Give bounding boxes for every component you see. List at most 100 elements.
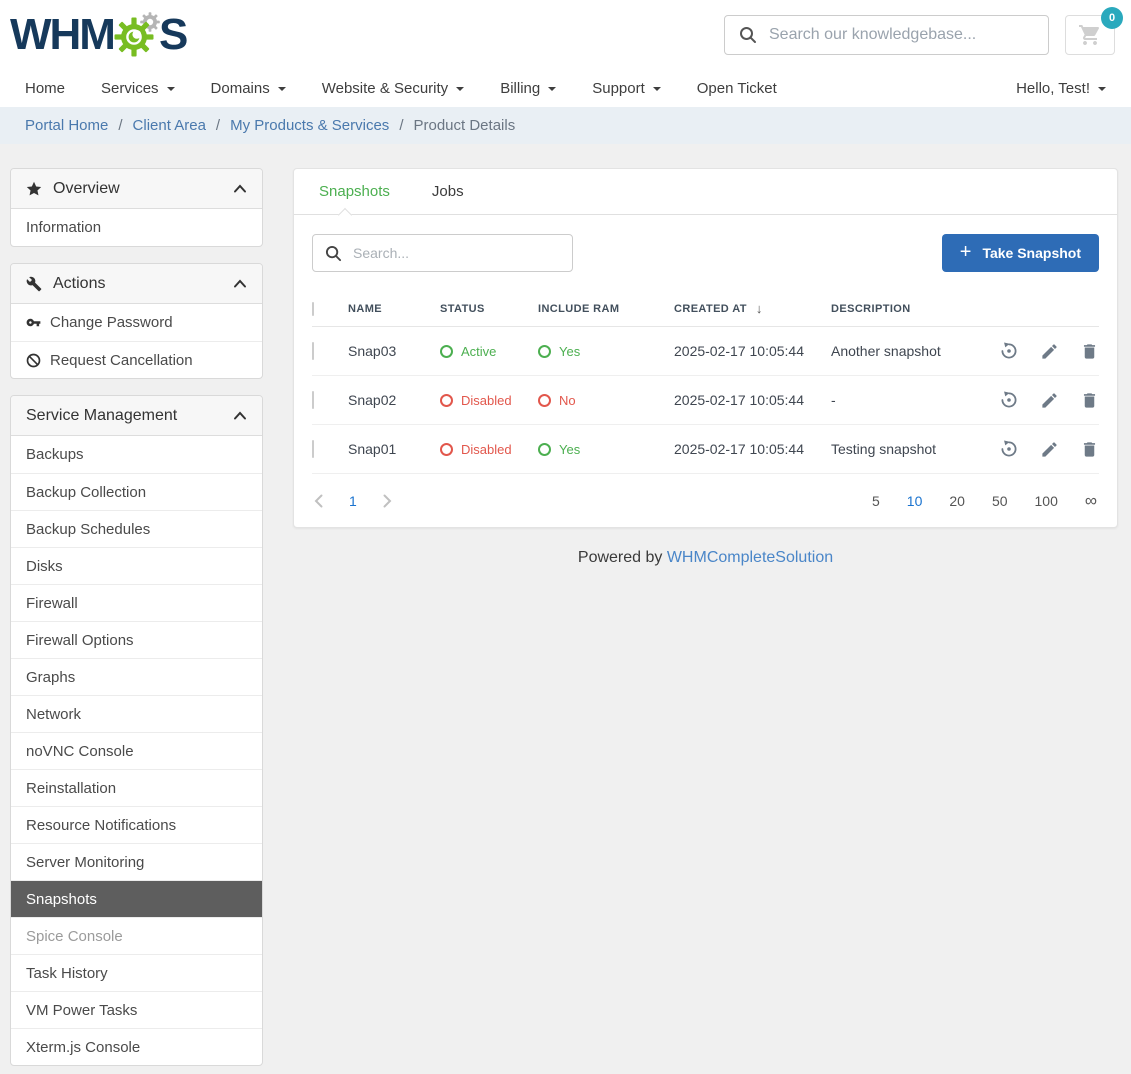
pagination: 1 5 10 20 50 100 ∞	[294, 474, 1117, 527]
breadcrumb-my-products[interactable]: My Products & Services	[230, 117, 389, 134]
service-management-panel-header[interactable]: Service Management	[11, 396, 262, 436]
page-size-100[interactable]: 100	[1035, 493, 1058, 509]
whmcompletesolution-link[interactable]: WHMCompleteSolution	[667, 549, 833, 566]
row-checkbox[interactable]	[312, 391, 314, 409]
column-header-name[interactable]: NAME	[348, 303, 440, 315]
tab-bar: Snapshots Jobs	[294, 169, 1117, 215]
sidebar-item-label: Reinstallation	[26, 780, 116, 797]
status-ring-icon	[440, 394, 453, 407]
page-number[interactable]: 1	[349, 493, 357, 509]
overview-panel-header[interactable]: Overview	[11, 169, 262, 209]
sidebar-item-disks[interactable]: Disks	[11, 547, 262, 584]
restore-snapshot-icon[interactable]	[999, 439, 1019, 459]
sidebar-item-label: Task History	[26, 965, 108, 982]
edit-snapshot-icon[interactable]	[1040, 391, 1059, 410]
sidebar-item-label: Backup Collection	[26, 484, 146, 501]
restore-snapshot-icon[interactable]	[999, 341, 1019, 361]
service-management-panel: Service Management Backups Backup Collec…	[10, 395, 263, 1066]
sidebar-item-information[interactable]: Information	[11, 209, 262, 246]
sidebar-item-label: Firewall Options	[26, 632, 134, 649]
search-icon	[325, 245, 342, 262]
page-size-50[interactable]: 50	[992, 493, 1008, 509]
select-all-checkbox[interactable]	[312, 302, 314, 316]
take-snapshot-button[interactable]: + Take Snapshot	[942, 234, 1099, 272]
page-body: Overview Information Actions	[0, 144, 1131, 1066]
row-checkbox[interactable]	[312, 440, 314, 458]
sidebar-item-xtermjs-console[interactable]: Xterm.js Console	[11, 1028, 262, 1065]
sidebar-item-firewall[interactable]: Firewall	[11, 584, 262, 621]
panel-title: Service Management	[26, 407, 222, 425]
ban-icon	[26, 353, 41, 368]
sidebar-item-label: Backup Schedules	[26, 521, 150, 538]
whmcs-logo[interactable]: WHM	[10, 7, 186, 64]
prev-page-icon[interactable]	[314, 494, 323, 508]
breadcrumb-separator: /	[118, 117, 122, 134]
row-checkbox[interactable]	[312, 342, 314, 360]
status-ring-icon	[440, 443, 453, 456]
caret-down-icon	[456, 87, 464, 91]
next-page-icon[interactable]	[383, 494, 392, 508]
page-size-10[interactable]: 10	[907, 493, 923, 509]
sidebar-item-novnc-console[interactable]: noVNC Console	[11, 732, 262, 769]
knowledgebase-search-input[interactable]	[769, 26, 1034, 44]
sidebar-item-server-monitoring[interactable]: Server Monitoring	[11, 843, 262, 880]
sidebar-item-change-password[interactable]: Change Password	[11, 304, 262, 341]
breadcrumb-portal-home[interactable]: Portal Home	[25, 117, 108, 134]
nav-item-open-ticket[interactable]: Open Ticket	[697, 80, 777, 97]
table-row: Snap03 Active Yes 2025-02-17 10:05:44 An…	[312, 327, 1099, 376]
sidebar-item-resource-notifications[interactable]: Resource Notifications	[11, 806, 262, 843]
sort-desc-icon[interactable]: ↓	[756, 301, 763, 316]
page-size-5[interactable]: 5	[872, 493, 880, 509]
nav-item-domains[interactable]: Domains	[211, 80, 286, 97]
edit-snapshot-icon[interactable]	[1040, 440, 1059, 459]
sidebar-item-vm-power-tasks[interactable]: VM Power Tasks	[11, 991, 262, 1028]
column-header-created-at[interactable]: CREATED AT	[674, 303, 747, 315]
main-navigation: Home Services Domains Website & Security…	[0, 70, 1131, 107]
sidebar-item-network[interactable]: Network	[11, 695, 262, 732]
tab-jobs[interactable]: Jobs	[432, 183, 464, 200]
created-at: 2025-02-17 10:05:44	[674, 343, 831, 359]
column-header-description[interactable]: DESCRIPTION	[831, 303, 979, 315]
created-at: 2025-02-17 10:05:44	[674, 392, 831, 408]
sidebar-item-task-history[interactable]: Task History	[11, 954, 262, 991]
sidebar-item-spice-console[interactable]: Spice Console	[11, 917, 262, 954]
breadcrumb-client-area[interactable]: Client Area	[133, 117, 206, 134]
page-size-infinity-icon[interactable]: ∞	[1085, 491, 1097, 511]
sidebar-item-request-cancellation[interactable]: Request Cancellation	[11, 341, 262, 378]
column-header-status[interactable]: STATUS	[440, 303, 538, 315]
tab-snapshots[interactable]: Snapshots	[319, 183, 390, 200]
nav-item-support[interactable]: Support	[592, 80, 661, 97]
account-menu[interactable]: Hello, Test!	[1016, 80, 1106, 97]
sidebar-item-firewall-options[interactable]: Firewall Options	[11, 621, 262, 658]
chevron-up-icon	[233, 184, 247, 193]
knowledgebase-search	[724, 15, 1049, 55]
page-size-20[interactable]: 20	[949, 493, 965, 509]
actions-panel-header[interactable]: Actions	[11, 264, 262, 304]
sidebar-item-backups[interactable]: Backups	[11, 436, 262, 473]
sidebar-item-snapshots[interactable]: Snapshots	[11, 880, 262, 917]
sidebar-item-reinstallation[interactable]: Reinstallation	[11, 769, 262, 806]
sidebar-item-graphs[interactable]: Graphs	[11, 658, 262, 695]
nav-item-billing[interactable]: Billing	[500, 80, 556, 97]
caret-down-icon	[548, 87, 556, 91]
restore-snapshot-icon[interactable]	[999, 390, 1019, 410]
cart-button[interactable]: 0	[1065, 15, 1115, 55]
sidebar-item-label: Backups	[26, 446, 84, 463]
column-header-include-ram[interactable]: INCLUDE RAM	[538, 303, 674, 315]
sidebar: Overview Information Actions	[10, 168, 263, 1066]
nav-item-home[interactable]: Home	[25, 80, 65, 97]
sidebar-item-backup-schedules[interactable]: Backup Schedules	[11, 510, 262, 547]
edit-snapshot-icon[interactable]	[1040, 342, 1059, 361]
main-content: Snapshots Jobs + Take Snapshot	[293, 168, 1118, 597]
pager: 1	[314, 493, 392, 509]
delete-snapshot-icon[interactable]	[1080, 440, 1099, 459]
nav-item-services[interactable]: Services	[101, 80, 175, 97]
delete-snapshot-icon[interactable]	[1080, 342, 1099, 361]
table-search-input[interactable]	[353, 245, 560, 261]
sidebar-item-backup-collection[interactable]: Backup Collection	[11, 473, 262, 510]
sidebar-item-label: Resource Notifications	[26, 817, 176, 834]
sidebar-item-label: VM Power Tasks	[26, 1002, 137, 1019]
status-badge: Disabled	[440, 442, 538, 457]
nav-item-website-security[interactable]: Website & Security	[322, 80, 464, 97]
delete-snapshot-icon[interactable]	[1080, 391, 1099, 410]
